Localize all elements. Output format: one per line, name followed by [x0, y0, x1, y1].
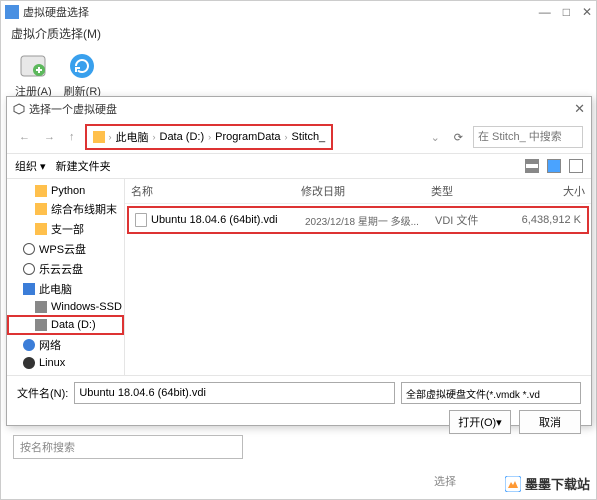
file-dialog: 选择一个虚拟硬盘 ✕ ← → ↑ › 此电脑› Data (D:)› Progr…	[6, 96, 592, 426]
brand-logo-icon	[505, 476, 521, 492]
file-filter-select[interactable]: 全部虚拟硬盘文件(*.vmdk *.vd	[401, 382, 581, 404]
nav-fwd-button[interactable]: →	[40, 129, 59, 145]
filename-input[interactable]	[74, 382, 395, 404]
folder-icon	[35, 223, 47, 235]
register-button[interactable]: 注册(A)	[15, 49, 52, 99]
menu-item[interactable]: 虚拟介质选择(M)	[1, 23, 596, 45]
sidebar-item[interactable]: Linux	[7, 355, 124, 371]
refresh-button[interactable]: 刷新(R)	[64, 49, 101, 99]
cloud-icon	[23, 263, 35, 275]
sidebar-item[interactable]: WPS云盘	[7, 239, 124, 259]
net-icon	[23, 339, 35, 351]
search-input[interactable]	[473, 126, 583, 148]
view-detail-icon[interactable]	[569, 159, 583, 173]
folder-icon	[35, 203, 47, 215]
cancel-button[interactable]: 取消	[519, 410, 581, 434]
chevron-down-icon[interactable]: ⌄	[427, 129, 444, 146]
sidebar-item[interactable]: 支一部	[7, 219, 124, 239]
col-name[interactable]: 名称	[131, 183, 301, 199]
app-icon	[5, 5, 19, 19]
tux-icon	[23, 357, 35, 369]
sidebar-item[interactable]: 乐云云盘	[7, 259, 124, 279]
minimize-button[interactable]: —	[539, 5, 551, 19]
sidebar-item[interactable]: Data (D:)	[7, 315, 124, 335]
open-button[interactable]: 打开(O) ▾	[449, 410, 511, 434]
col-type[interactable]: 类型	[431, 183, 501, 199]
view-list-icon[interactable]	[525, 159, 539, 173]
dialog-close-button[interactable]: ✕	[574, 101, 585, 117]
sidebar-item[interactable]: 此电脑	[7, 279, 124, 299]
pc-icon	[23, 283, 35, 295]
breadcrumb[interactable]: › 此电脑› Data (D:)› ProgramData› Stitch_	[85, 124, 334, 150]
organize-menu[interactable]: 组织 ▾	[15, 158, 46, 174]
file-row[interactable]: Ubuntu 18.04.6 (64bit).vdi 2023/12/18 星期…	[127, 206, 589, 234]
refresh-icon	[64, 49, 100, 83]
sidebar: Python综合布线期末支一部WPS云盘乐云云盘此电脑Windows-SSDDa…	[7, 179, 125, 375]
drive-icon	[35, 319, 47, 331]
sidebar-item[interactable]: 综合布线期末	[7, 199, 124, 219]
file-list: 名称 修改日期 类型 大小 Ubuntu 18.04.6 (64bit).vdi…	[125, 179, 591, 375]
window-title: 虚拟硬盘选择	[23, 4, 89, 20]
col-size[interactable]: 大小	[501, 183, 585, 199]
select-label: 选择	[434, 473, 456, 489]
cloud-icon	[23, 243, 35, 255]
sidebar-item[interactable]: Windows-SSD	[7, 299, 124, 315]
drive-icon	[35, 301, 47, 313]
sidebar-item[interactable]: Python	[7, 183, 124, 199]
reload-button[interactable]: ⟳	[450, 129, 467, 146]
filename-label: 文件名(N):	[17, 385, 68, 401]
maximize-button[interactable]: □	[563, 5, 570, 19]
close-button[interactable]: ✕	[582, 5, 592, 19]
nav-back-button[interactable]: ←	[15, 129, 34, 145]
view-grid-icon[interactable]	[547, 159, 561, 173]
cube-icon	[13, 103, 25, 115]
watermark: 墨墨下载站	[505, 474, 590, 493]
file-icon	[135, 213, 147, 227]
sidebar-item[interactable]: 网络	[7, 335, 124, 355]
plus-disk-icon	[15, 49, 51, 83]
nav-up-button[interactable]: ↑	[65, 129, 79, 145]
folder-icon	[35, 185, 47, 197]
col-date[interactable]: 修改日期	[301, 183, 431, 199]
new-folder-button[interactable]: 新建文件夹	[56, 158, 111, 174]
folder-icon	[93, 131, 105, 143]
dialog-title: 选择一个虚拟硬盘	[29, 101, 117, 117]
name-search-input[interactable]: 按名称搜索	[13, 435, 243, 459]
